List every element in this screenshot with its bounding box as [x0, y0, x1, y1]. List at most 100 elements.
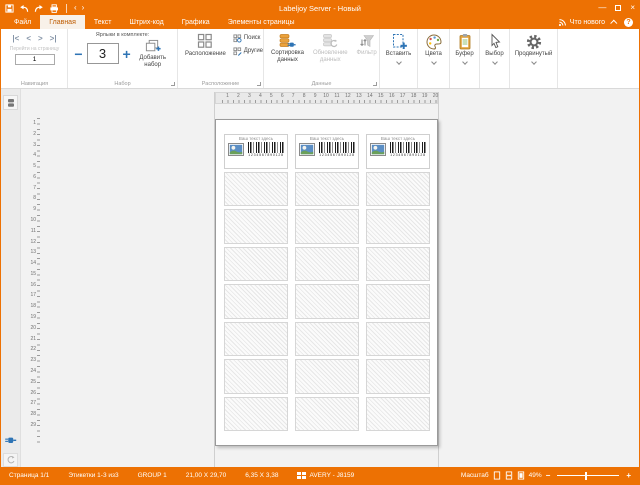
- zoom-out-button[interactable]: −: [546, 472, 551, 480]
- label-cell-empty[interactable]: [366, 322, 430, 357]
- chevron-down-icon[interactable]: [462, 59, 468, 65]
- label-cell-empty[interactable]: [224, 209, 288, 244]
- label-cell-filled[interactable]: Ваш текст здесь1234567890128: [366, 134, 430, 169]
- ruler-number: 3: [248, 93, 251, 99]
- clipboard-button[interactable]: Буфер: [454, 32, 475, 64]
- horizontal-ruler: 1234567891011121314151617181920: [215, 92, 438, 104]
- increase-count-button[interactable]: +: [123, 47, 131, 61]
- chevron-down-icon[interactable]: [431, 59, 437, 65]
- add-set-button[interactable]: Добавить набор: [135, 39, 171, 69]
- label-image[interactable]: [228, 143, 244, 156]
- collapse-ribbon-icon[interactable]: [610, 19, 617, 26]
- goto-page-label: Перейти на страницу: [6, 46, 63, 52]
- refresh-view-button[interactable]: [3, 453, 18, 467]
- label-cell-empty[interactable]: [295, 209, 359, 244]
- label-cell-empty[interactable]: [295, 172, 359, 207]
- back-button[interactable]: ‹: [74, 4, 77, 12]
- label-cell-empty[interactable]: [224, 284, 288, 319]
- insert-button[interactable]: Вставить: [384, 32, 413, 64]
- undo-icon[interactable]: [19, 4, 29, 13]
- forward-button[interactable]: ›: [82, 4, 85, 12]
- decrease-count-button[interactable]: −: [74, 47, 82, 61]
- select-button[interactable]: Выбор: [484, 32, 505, 64]
- view-normal-icon[interactable]: [493, 471, 501, 480]
- ruler-number: 19: [30, 314, 36, 320]
- filter-button[interactable]: Фильтр: [354, 32, 380, 64]
- refresh-data-label: Обновление данных: [313, 50, 348, 64]
- ruler-number: 4: [259, 93, 262, 99]
- tab-Файл[interactable]: Файл: [5, 15, 40, 29]
- label-cell-empty[interactable]: [224, 397, 288, 432]
- dialog-launcher-icon[interactable]: [171, 82, 175, 86]
- add-set-label: Добавить набор: [135, 55, 171, 69]
- print-icon[interactable]: [49, 4, 59, 13]
- zoom-slider-handle[interactable]: [585, 472, 587, 480]
- advanced-gear-icon: [525, 33, 543, 51]
- tab-Элементы страницы[interactable]: Элементы страницы: [219, 15, 304, 29]
- chevron-down-icon[interactable]: [492, 59, 498, 65]
- label-cell-empty[interactable]: [224, 172, 288, 207]
- zoom-in-button[interactable]: +: [626, 472, 631, 480]
- sort-data-button[interactable]: Сортировка данных: [268, 32, 307, 64]
- label-cell-empty[interactable]: [224, 322, 288, 357]
- label-barcode[interactable]: 1234567890128: [390, 142, 426, 157]
- refresh-data-button[interactable]: Обновление данных: [310, 32, 351, 64]
- save-icon[interactable]: [5, 4, 14, 13]
- label-cell-empty[interactable]: [295, 284, 359, 319]
- label-cell-empty[interactable]: [366, 247, 430, 282]
- vertical-ruler: 1234567891011121314151617181920212223242…: [25, 109, 40, 457]
- minimize-button[interactable]: —: [598, 4, 606, 12]
- tab-Графика[interactable]: Графика: [173, 15, 219, 29]
- label-cell-empty[interactable]: [366, 359, 430, 394]
- label-cell-empty[interactable]: [295, 397, 359, 432]
- dialog-launcher-icon[interactable]: [373, 82, 377, 86]
- redo-icon[interactable]: [34, 4, 44, 13]
- zoom-slider[interactable]: [557, 475, 619, 476]
- ruler-number: 1: [33, 120, 36, 126]
- label-cell-filled[interactable]: Ваш текст здесь1234567890128: [224, 134, 288, 169]
- label-barcode[interactable]: 1234567890128: [319, 142, 355, 157]
- labels-count-value[interactable]: 3: [87, 43, 119, 64]
- label-cell-empty[interactable]: [295, 359, 359, 394]
- others-button[interactable]: Другие: [233, 47, 263, 56]
- help-icon[interactable]: ?: [624, 18, 633, 27]
- whats-new-button[interactable]: Что нового: [558, 18, 605, 27]
- label-cell-empty[interactable]: [295, 247, 359, 282]
- chevron-down-icon[interactable]: [396, 59, 402, 65]
- dialog-launcher-icon[interactable]: [257, 82, 261, 86]
- page-number-input[interactable]: [15, 54, 55, 65]
- search-button[interactable]: Поиск: [233, 34, 263, 43]
- label-cell-filled[interactable]: Ваш текст здесь1234567890128: [295, 134, 359, 169]
- layout-button[interactable]: Расположение: [182, 32, 229, 58]
- maximize-button[interactable]: [615, 5, 621, 11]
- colors-button[interactable]: Цвета: [422, 32, 445, 64]
- label-barcode[interactable]: 1234567890128: [248, 142, 284, 157]
- view-fit-width-icon[interactable]: [505, 471, 513, 480]
- label-cell-empty[interactable]: [366, 284, 430, 319]
- label-cell-empty[interactable]: [224, 247, 288, 282]
- left-panel-strip: [1, 89, 21, 467]
- label-image[interactable]: [370, 143, 386, 156]
- label-cell-empty[interactable]: [366, 209, 430, 244]
- label-placeholder-text: Ваш текст здесь: [296, 136, 358, 141]
- ruler-number: 20: [30, 325, 36, 331]
- group-caption: Расположение: [178, 81, 263, 87]
- last-page-button[interactable]: >|: [50, 34, 57, 43]
- first-page-button[interactable]: |<: [12, 34, 19, 43]
- layers-icon: [6, 98, 16, 108]
- tab-Главная[interactable]: Главная: [40, 15, 85, 29]
- label-cell-empty[interactable]: [366, 397, 430, 432]
- prev-page-button[interactable]: <: [26, 34, 31, 43]
- close-button[interactable]: ×: [630, 4, 635, 12]
- tab-Текст[interactable]: Текст: [85, 15, 121, 29]
- labels-panel-button[interactable]: [3, 95, 18, 110]
- tab-Штрих-код[interactable]: Штрих-код: [121, 15, 173, 29]
- next-page-button[interactable]: >: [38, 34, 43, 43]
- chevron-down-icon[interactable]: [531, 59, 537, 65]
- advanced-button[interactable]: Продвинутый: [514, 32, 553, 64]
- view-fit-page-icon[interactable]: [517, 471, 525, 480]
- label-cell-empty[interactable]: [295, 322, 359, 357]
- label-image[interactable]: [299, 143, 315, 156]
- label-cell-empty[interactable]: [366, 172, 430, 207]
- label-cell-empty[interactable]: [224, 359, 288, 394]
